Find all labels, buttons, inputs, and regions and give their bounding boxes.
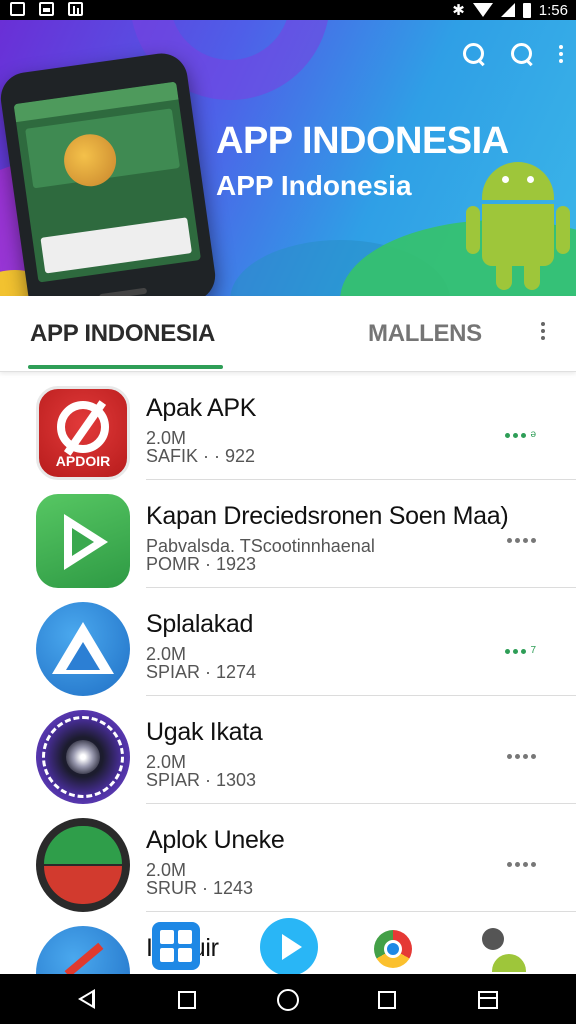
screenshot-icon <box>10 2 25 16</box>
list-item[interactable]: Ugak Ikata 2.0M SPIAR · 1303 <box>0 696 576 804</box>
tab-bar: APP INDONESIA MALLENS <box>0 296 576 372</box>
home-icon[interactable] <box>277 989 299 1011</box>
green-play-icon <box>36 494 130 588</box>
page-title: APP INDONESIA <box>216 120 509 162</box>
green-red-circle-icon <box>36 818 130 912</box>
battery-icon <box>522 2 531 18</box>
app-name: Aplok Uneke <box>146 826 285 854</box>
navigation-bar <box>0 974 576 1024</box>
phone-illustration <box>0 50 219 296</box>
app-meta: SPIAR · 1303 <box>146 770 257 790</box>
android-icon[interactable] <box>478 928 538 974</box>
apps-grid-icon[interactable] <box>152 922 200 970</box>
app-meta: POMR · 1923 <box>146 554 257 574</box>
tab-app-indonesia[interactable]: APP INDONESIA <box>30 320 215 348</box>
app-meta: SAFIK · · 922 <box>146 446 256 466</box>
stats-icon <box>68 2 83 16</box>
app-name: Kapan Dreciedsronen Soen Maa) <box>146 502 509 530</box>
wifi-icon <box>472 3 493 17</box>
list-item[interactable]: Splalakad 2.0M SPIAR · 1274 7 <box>0 588 576 696</box>
search-icon[interactable] <box>510 42 534 66</box>
more-icon[interactable] <box>507 754 536 759</box>
more-icon[interactable]: ə <box>505 430 536 440</box>
hero-banner: APP INDONESIA APP Indonesia <box>0 20 576 296</box>
list-item[interactable]: APDOIR Apak APK 2.0M SAFIK · · 922 ə <box>0 372 576 480</box>
list-item[interactable]: Aplok Uneke 2.0M SRUR · 1243 <box>0 804 576 912</box>
app-name: Apak APK <box>146 394 257 422</box>
app-meta: SPIAR · 1274 <box>146 662 257 682</box>
zodiac-wheel-icon <box>36 710 130 804</box>
overflow-menu-icon[interactable] <box>558 45 564 63</box>
play-store-icon[interactable] <box>260 918 318 976</box>
tab-mallens[interactable]: MALLENS <box>368 320 482 348</box>
app-name: Ugak Ikata <box>146 718 263 746</box>
square-icon[interactable] <box>178 991 196 1009</box>
status-time: 1:56 <box>538 1 568 19</box>
active-tab-indicator <box>28 365 223 369</box>
more-icon[interactable]: 7 <box>505 646 536 656</box>
app-meta: SRUR · 1243 <box>146 878 254 898</box>
recents-icon[interactable] <box>378 991 396 1009</box>
tabs-overflow-icon[interactable] <box>540 322 546 340</box>
bluetooth-icon: ✱ <box>452 2 465 19</box>
page-subtitle: APP Indonesia <box>216 170 412 201</box>
red-circle-logo-icon: APDOIR <box>36 386 130 480</box>
list-item[interactable]: Kapan Dreciedsronen Soen Maa) Pabvalsda.… <box>0 480 576 588</box>
android-mascot-icon <box>466 154 570 294</box>
status-bar: ✱ 1:56 <box>0 0 576 20</box>
chrome-icon[interactable] <box>374 930 412 968</box>
blue-triangle-icon <box>36 602 130 696</box>
app-name: Splalakad <box>146 610 254 638</box>
search-icon[interactable] <box>462 42 486 66</box>
more-icon[interactable] <box>507 862 536 867</box>
gallery-icon <box>39 2 54 16</box>
window-icon[interactable] <box>478 991 498 1009</box>
back-icon[interactable] <box>78 989 95 1009</box>
signal-icon <box>500 3 515 17</box>
more-icon[interactable] <box>507 538 536 543</box>
